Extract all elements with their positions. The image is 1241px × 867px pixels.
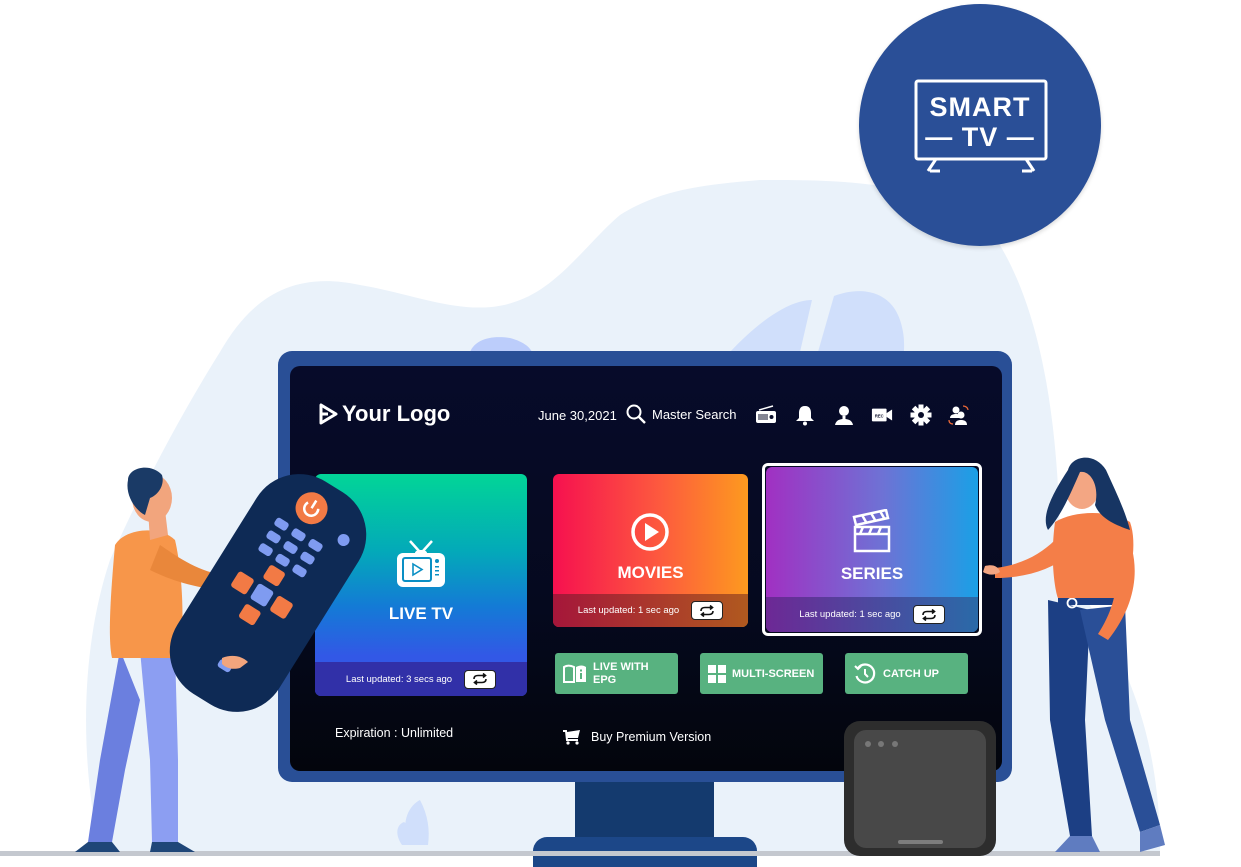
expiration-status: Expiration : Unlimited xyxy=(335,726,454,740)
series-tile[interactable]: SERIES Last updated: 1 sec ago xyxy=(766,467,978,632)
series-refresh-button[interactable] xyxy=(912,605,945,624)
smart-tv-badge: SMART — TV — xyxy=(859,4,1101,246)
live-tv-tile[interactable]: LIVE TV Last updated: 3 secs ago xyxy=(315,474,527,696)
movies-refresh-button[interactable] xyxy=(691,601,724,620)
cart-icon xyxy=(563,730,580,745)
live-tv-label: LIVE TV xyxy=(388,604,454,623)
catch-up-button[interactable]: CATCH UP xyxy=(845,653,968,694)
live-with-epg-button[interactable]: LIVE WITH EPG xyxy=(555,653,678,694)
multi-screen-button[interactable]: MULTI-SCREEN xyxy=(700,653,823,694)
master-search-button[interactable]: Master Search xyxy=(626,404,737,424)
series-updated: Last updated: 1 sec ago xyxy=(799,609,901,620)
buy-premium-label: Buy Premium Version xyxy=(591,730,712,744)
monitor-stand xyxy=(575,782,714,837)
set-top-box xyxy=(844,721,996,856)
history-clock-icon xyxy=(854,662,876,684)
epg-label-line2: EPG xyxy=(593,673,617,686)
multi-screen-label: MULTI-SCREEN xyxy=(732,667,815,680)
master-search-label: Master Search xyxy=(652,406,737,422)
rec-camera-icon[interactable]: REC xyxy=(871,404,893,426)
series-label: SERIES xyxy=(840,564,904,583)
book-info-icon xyxy=(563,664,586,683)
grid-icon xyxy=(708,664,726,683)
logo-play-icon xyxy=(319,403,338,425)
live-tv-updated: Last updated: 3 secs ago xyxy=(345,673,453,685)
movies-footer: Last updated: 1 sec ago xyxy=(553,594,748,627)
svg-text:REC: REC xyxy=(875,414,884,419)
epg-label-line1: LIVE WITH xyxy=(593,660,649,673)
live-tv-footer: Last updated: 3 secs ago xyxy=(315,662,527,696)
bell-icon[interactable] xyxy=(794,404,816,426)
app-logo[interactable]: Your Logo xyxy=(318,399,450,429)
user-icon[interactable] xyxy=(833,404,855,426)
tv-screen: Your Logo June 30,2021 Master Search REC xyxy=(290,366,1002,771)
refresh-icon xyxy=(700,604,715,617)
series-footer: Last updated: 1 sec ago xyxy=(766,597,978,632)
switch-user-icon[interactable] xyxy=(948,404,970,426)
badge-subtitle: — TV — xyxy=(925,122,1035,152)
current-date: June 30,2021 xyxy=(538,408,617,423)
radio-icon[interactable] xyxy=(755,404,777,426)
search-icon xyxy=(626,404,646,424)
movies-label: MOVIES xyxy=(617,563,684,582)
logo-text: Your Logo xyxy=(342,401,451,426)
play-circle-icon xyxy=(631,513,669,551)
tv-icon xyxy=(397,540,445,587)
gear-icon[interactable] xyxy=(910,404,932,426)
refresh-icon xyxy=(473,673,487,685)
buy-premium-button[interactable]: Buy Premium Version xyxy=(563,729,711,745)
badge-title: SMART xyxy=(929,92,1031,122)
live-tv-refresh-button[interactable] xyxy=(464,669,497,689)
refresh-icon xyxy=(921,608,936,621)
movies-tile[interactable]: MOVIES Last updated: 1 sec ago xyxy=(553,474,748,627)
clapperboard-icon xyxy=(852,509,891,553)
movies-updated: Last updated: 1 sec ago xyxy=(577,605,680,616)
catch-up-label: CATCH UP xyxy=(883,667,940,680)
